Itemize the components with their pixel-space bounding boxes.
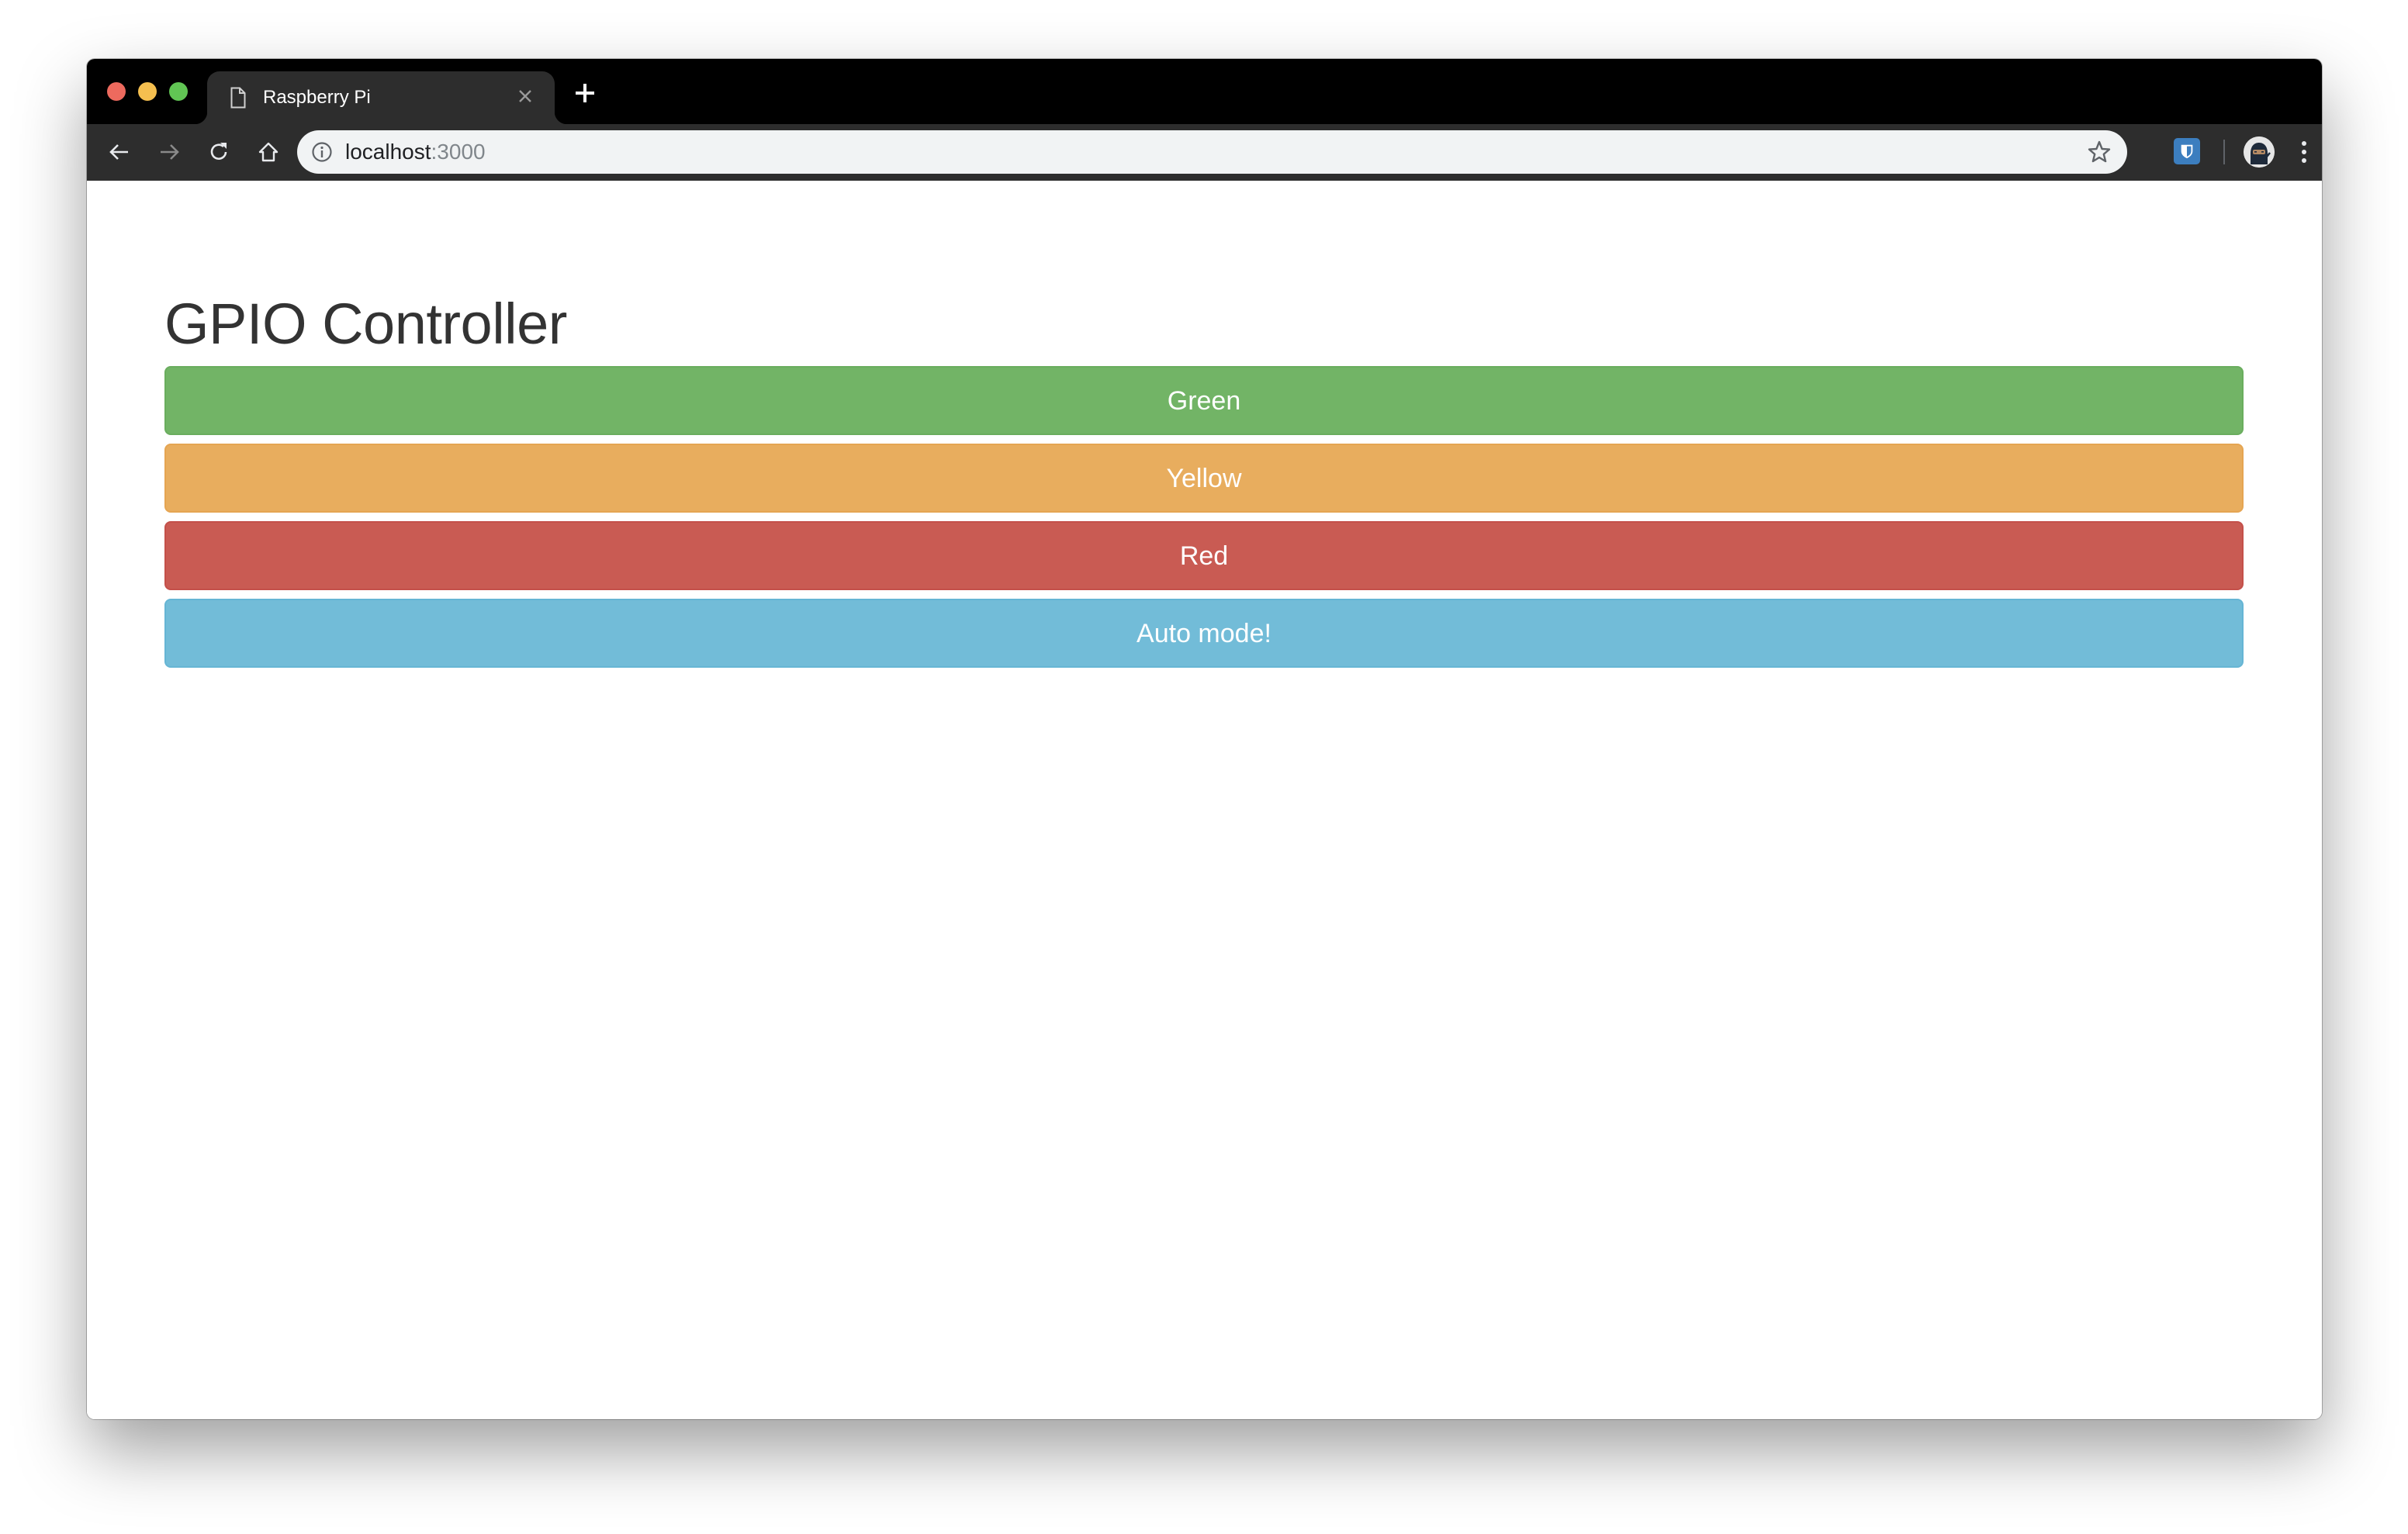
close-tab-button[interactable]	[514, 85, 536, 107]
forward-button[interactable]	[150, 133, 188, 171]
home-icon	[258, 142, 279, 162]
address-bar[interactable]: localhost:3000	[297, 130, 2127, 174]
auto-mode-button[interactable]: Auto mode!	[164, 599, 2244, 668]
new-tab-button[interactable]	[569, 78, 600, 109]
browser-window: Raspberry Pi localhost:3000 GPIO Control…	[87, 59, 2322, 1419]
page-title: GPIO Controller	[164, 292, 567, 356]
browser-toolbar: localhost:3000	[87, 124, 2322, 181]
browser-menu-button[interactable]	[2290, 138, 2318, 166]
avatar-icon	[2244, 136, 2275, 168]
url-port: :3000	[431, 140, 486, 164]
plus-icon	[576, 84, 594, 102]
tab-bar: Raspberry Pi	[87, 59, 2322, 124]
arrow-left-icon	[109, 144, 128, 160]
bitwarden-extension-button[interactable]	[2174, 138, 2200, 164]
star-icon[interactable]	[2087, 140, 2112, 164]
reload-button[interactable]	[200, 133, 237, 171]
page-content: GPIO Controller Green Yellow Red Auto mo…	[87, 181, 2322, 1419]
arrow-right-icon	[161, 144, 179, 160]
reload-icon	[210, 143, 227, 160]
url-host: localhost	[345, 140, 431, 164]
kebab-menu-icon-dot	[2302, 141, 2306, 146]
document-icon	[230, 87, 246, 109]
gpio-button-list: Green Yellow Red Auto mode!	[164, 366, 2244, 676]
url-text[interactable]: localhost:3000	[345, 140, 486, 164]
shield-icon	[2181, 144, 2193, 159]
red-led-button[interactable]: Red	[164, 521, 2244, 590]
minimize-window-button[interactable]	[138, 82, 157, 101]
tab-raspberry-pi[interactable]: Raspberry Pi	[195, 71, 567, 124]
green-led-button[interactable]: Green	[164, 366, 2244, 435]
back-button[interactable]	[101, 133, 138, 171]
tab-title: Raspberry Pi	[263, 87, 371, 108]
close-icon	[519, 90, 531, 102]
close-window-button[interactable]	[107, 82, 126, 101]
kebab-menu-icon-dot	[2302, 158, 2306, 163]
kebab-menu-icon-dot	[2302, 150, 2306, 154]
profile-avatar[interactable]	[2244, 136, 2275, 168]
yellow-led-button[interactable]: Yellow	[164, 444, 2244, 513]
home-button[interactable]	[250, 133, 287, 171]
maximize-window-button[interactable]	[169, 82, 188, 101]
info-icon[interactable]	[311, 141, 333, 163]
toolbar-divider	[2223, 140, 2225, 164]
